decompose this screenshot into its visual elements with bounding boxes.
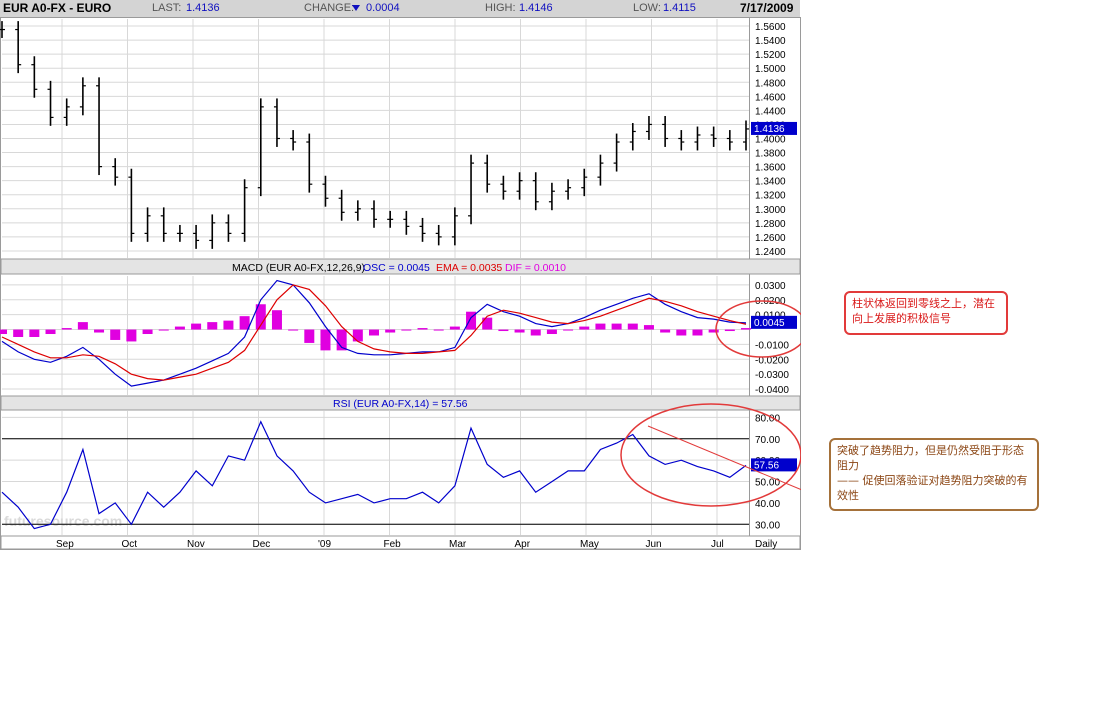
annotation-macd: 柱状体返回到零线之上，潜在向上发展的积极信号: [844, 291, 1008, 335]
chart-svg: MACD (EUR A0-FX,12,26,9) OSC = 0.0045 EM…: [0, 17, 801, 550]
annotation-rsi: 突破了趋势阻力，但是仍然受阻于形态阻力 —— 促使回落验证对趋势阻力突破的有效性: [829, 438, 1039, 511]
macd-histogram-bar: [611, 323, 622, 330]
macd-histogram-bar: [530, 329, 541, 336]
rsi-legend-title: RSI (EUR A0-FX,14) = 57.56: [333, 398, 468, 410]
macd-histogram-bar: [223, 320, 234, 330]
macd-histogram-bar: [142, 329, 153, 335]
watermark: futuresource.com: [4, 513, 122, 529]
price-tick-label: 1.2400: [755, 247, 786, 258]
macd-histogram-bar: [174, 326, 185, 330]
macd-tick-label: 0.0300: [755, 281, 786, 292]
price-tick-label: 1.4600: [755, 92, 786, 103]
rsi-tick-label: 40.00: [755, 499, 780, 510]
macd-histogram-bar: [110, 329, 121, 340]
x-tick-label: Mar: [449, 539, 467, 550]
macd-histogram-bar: [320, 329, 331, 351]
price-tick-label: 1.4400: [755, 106, 786, 117]
macd-tick-label: -0.0100: [755, 340, 789, 351]
chart-frame: [0, 17, 801, 550]
macd-histogram-bar: [207, 322, 218, 330]
macd-histogram-bar: [546, 329, 557, 335]
macd-histogram-bar: [401, 329, 412, 331]
macd-histogram-bar: [724, 329, 735, 332]
price-tick-label: 1.2600: [755, 233, 786, 244]
macd-histogram-bar: [77, 322, 88, 330]
macd-histogram-bar: [304, 329, 315, 343]
macd-histogram-bar: [514, 329, 525, 333]
price-tick-label: 1.5200: [755, 50, 786, 61]
annotation-rsi-line1: 突破了趋势阻力，但是仍然受阻于形态阻力: [837, 444, 1024, 472]
annotation-rsi-line2: —— 促使回落验证对趋势阻力突破的有效性: [837, 474, 1028, 502]
x-tick-label: Apr: [515, 539, 531, 550]
price-tick-label: 1.3800: [755, 149, 786, 160]
macd-histogram-bar: [741, 328, 751, 330]
price-tick-label: 1.5000: [755, 64, 786, 75]
macd-histogram-bar: [0, 329, 7, 335]
macd-histogram-bar: [595, 323, 606, 330]
grid-layer: [2, 19, 749, 535]
macd-histogram-bar: [126, 329, 137, 342]
rsi-tick-label: 30.00: [755, 520, 780, 531]
macd-histogram-bar: [627, 323, 638, 330]
macd-histogram-bar: [369, 329, 379, 336]
macd-histogram-bar: [61, 328, 72, 330]
price-tick-label: 1.3600: [755, 163, 786, 174]
macd-histogram-bar: [158, 329, 169, 331]
x-tick-label: Sep: [56, 539, 74, 550]
marks-layer: [0, 21, 751, 530]
macd-legend-osc: OSC = 0.0045: [363, 262, 430, 274]
macd-legend-title: MACD (EUR A0-FX,12,26,9): [232, 262, 365, 274]
macd-histogram-bar: [563, 329, 574, 331]
labels-layer: Sep Oct Nov Dec '09 Feb Mar Apr May Jun Jul Daily 1.…: [56, 22, 797, 550]
price-tick-label: 1.3000: [755, 205, 786, 216]
macd-histogram-bar: [385, 329, 396, 333]
macd-tick-label: -0.0400: [755, 385, 789, 396]
x-tick-label: Dec: [253, 539, 271, 550]
rsi-last-value-text: 57.56: [754, 460, 779, 471]
price-tick-label: 1.5400: [755, 36, 786, 47]
x-tick-label: '09: [318, 539, 331, 550]
macd-histogram-bar: [692, 329, 703, 336]
macd-histogram-bar: [94, 329, 105, 333]
macd-histogram-bar: [498, 329, 509, 332]
macd-histogram-bar: [643, 325, 654, 330]
price-tick-label: 1.3400: [755, 177, 786, 188]
macd-histogram-bar: [676, 329, 687, 336]
x-tick-label: May: [580, 539, 599, 550]
macd-histogram-bar: [660, 329, 671, 333]
x-tick-label: Jun: [646, 539, 662, 550]
price-tick-label: 1.4800: [755, 78, 786, 89]
x-tick-label: Oct: [122, 539, 138, 550]
x-tick-label: Jul: [711, 539, 724, 550]
macd-histogram-bar: [271, 310, 282, 330]
macd-histogram-bar: [288, 329, 299, 331]
macd-histogram-bar: [708, 329, 719, 333]
macd-histogram-bar: [449, 326, 460, 330]
price-tick-label: 1.4000: [755, 135, 786, 146]
macd-histogram-bar: [433, 329, 444, 331]
x-tick-label-frequency: Daily: [755, 539, 777, 550]
x-tick-label: Feb: [384, 539, 402, 550]
price-tick-label: 1.5600: [755, 22, 786, 33]
macd-tick-label: -0.0300: [755, 370, 789, 381]
price-last-value-text: 1.4136: [754, 124, 785, 135]
x-tick-label: Nov: [187, 539, 205, 550]
macd-histogram-bar: [579, 326, 590, 330]
macd-legend-ema: EMA = 0.0035: [436, 262, 502, 274]
rsi-tick-label: 70.00: [755, 435, 780, 446]
macd-histogram-bar: [191, 323, 202, 330]
macd-last-value-text: 0.0045: [754, 318, 785, 329]
price-tick-label: 1.3200: [755, 191, 786, 202]
macd-histogram-bar: [45, 329, 56, 335]
macd-histogram-bar: [352, 329, 363, 342]
price-tick-label: 1.2800: [755, 219, 786, 230]
macd-histogram-bar: [29, 329, 40, 337]
macd-histogram-bar: [13, 329, 24, 337]
macd-histogram-bar: [417, 328, 428, 330]
macd-legend-dif: DIF = 0.0010: [505, 262, 566, 274]
chart-root: EUR A0-FX - EURO LAST: 1.4136 CHANGE: 0.…: [0, 0, 801, 550]
